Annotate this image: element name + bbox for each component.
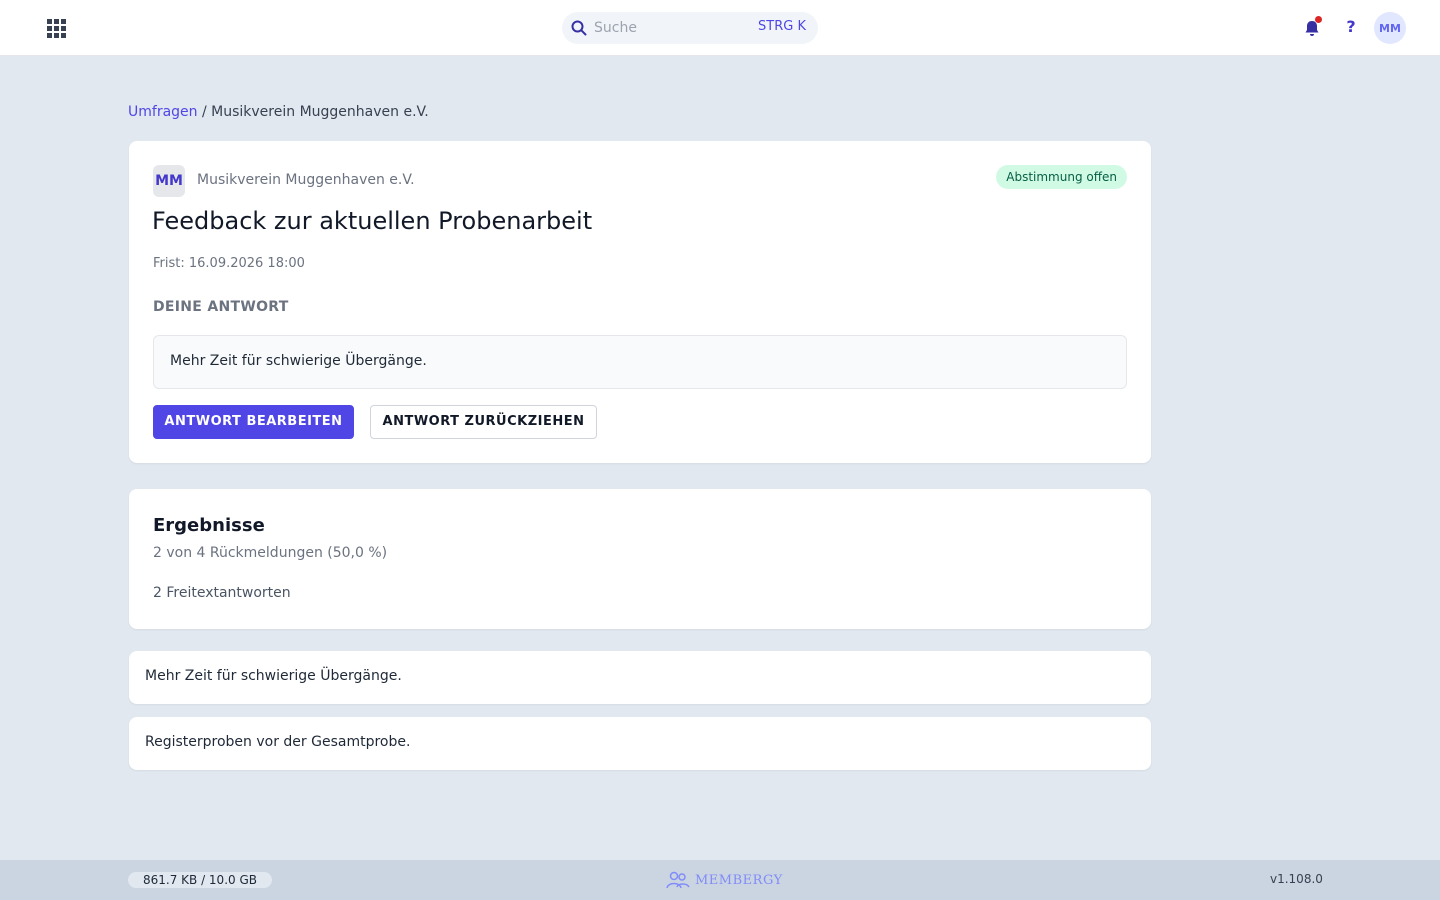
search-shortcut-hint: STRG K (758, 19, 806, 34)
notifications-button[interactable] (1302, 16, 1322, 38)
freetext-answer: Mehr Zeit für schwierige Übergänge. (145, 668, 402, 684)
storage-usage-bar: 861.7 KB / 10.0 GB (128, 872, 272, 888)
app-grid-icon[interactable] (44, 16, 68, 40)
status-badge: Abstimmung offen (996, 165, 1127, 189)
help-button[interactable]: ? (1343, 17, 1359, 39)
search-bar[interactable]: STRG K (562, 12, 818, 44)
notification-dot (1315, 16, 1322, 23)
footer: 861.7 KB / 10.0 GB MEMBERGY v1.108.0 (0, 860, 1440, 900)
user-avatar[interactable]: MM (1374, 12, 1406, 44)
membergy-logo-icon (666, 871, 690, 889)
edit-answer-button[interactable]: ANTWORT BEARBEITEN (153, 405, 354, 439)
top-bar: STRG K ? MM (0, 0, 1440, 56)
app-version: v1.108.0 (1270, 872, 1323, 886)
your-answer-label: DEINE ANTWORT (153, 299, 289, 315)
brand-name: MEMBERGY (695, 872, 783, 888)
search-input[interactable] (594, 18, 744, 38)
breadcrumb-current: Musikverein Muggenhaven e.V. (211, 104, 429, 120)
list-item: Mehr Zeit für schwierige Übergänge. (129, 651, 1151, 704)
results-response-count: 2 von 4 Rückmeldungen (50,0 %) (153, 545, 388, 561)
deadline-text: Frist: 16.09.2026 18:00 (153, 256, 305, 271)
results-card: Ergebnisse 2 von 4 Rückmeldungen (50,0 %… (129, 489, 1151, 629)
brand-logo[interactable]: MEMBERGY (665, 870, 783, 890)
breadcrumb-link-umfragen[interactable]: Umfragen (128, 104, 198, 120)
results-title: Ergebnisse (153, 515, 265, 536)
org-avatar: MM (153, 165, 185, 197)
breadcrumb-separator: / (201, 104, 207, 120)
storage-usage-label: 861.7 KB / 10.0 GB (142, 873, 257, 887)
freetext-answer: Registerproben vor der Gesamtprobe. (145, 734, 411, 750)
breadcrumb: Umfragen / Musikverein Muggenhaven e.V. (128, 104, 429, 120)
withdraw-answer-button[interactable]: ANTWORT ZURÜCKZIEHEN (370, 405, 597, 439)
survey-title: Feedback zur aktuellen Probenarbeit (152, 207, 593, 235)
your-answer-box: Mehr Zeit für schwierige Übergänge. (153, 335, 1127, 389)
org-name: Musikverein Muggenhaven e.V. (197, 172, 415, 188)
survey-card: MM Musikverein Muggenhaven e.V. Abstimmu… (129, 141, 1151, 463)
results-freetext-count: 2 Freitextantworten (153, 585, 291, 601)
search-icon (571, 20, 587, 36)
list-item: Registerproben vor der Gesamtprobe. (129, 717, 1151, 770)
